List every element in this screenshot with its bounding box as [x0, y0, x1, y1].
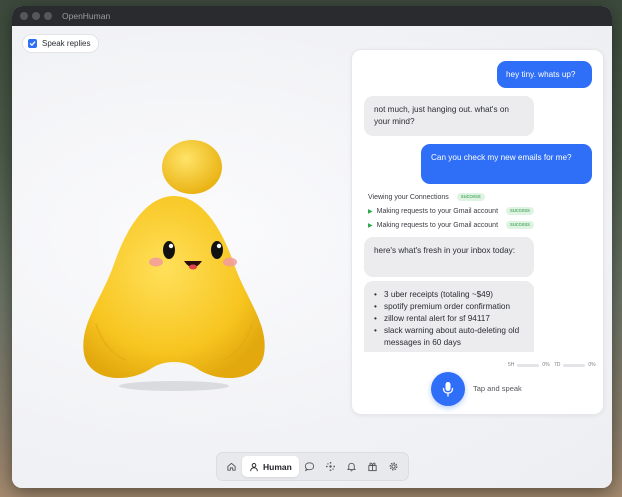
checkmark-icon: [29, 41, 36, 47]
nav-chat[interactable]: [300, 456, 320, 477]
nav-skills[interactable]: [321, 456, 341, 477]
tool-call-row[interactable]: ▶ Making requests to your Gmail account …: [368, 221, 534, 229]
tool-call-row: Viewing your Connections success: [368, 193, 485, 201]
assistant-message: 3 uber receipts (totaling ~$49) spotify …: [364, 281, 534, 352]
gift-icon: [368, 462, 378, 472]
tap-and-speak-label: Tap and speak: [473, 384, 522, 393]
microphone-icon: [442, 382, 454, 397]
user-message: hey tiny. whats up?: [497, 61, 592, 88]
home-icon: [226, 462, 236, 471]
minimize-window-button[interactable]: [32, 12, 40, 20]
mascot-avatar: [83, 140, 265, 391]
assistant-message: here's what's fresh in your inbox today:: [364, 237, 534, 277]
chat-panel: hey tiny. whats up? not much, just hangi…: [351, 49, 604, 415]
speak-replies-label: Speak replies: [42, 39, 91, 48]
chat-bubble-icon: [305, 462, 315, 472]
nav-settings[interactable]: [384, 456, 404, 477]
user-message: Can you check my new emails for me?: [421, 144, 592, 184]
tool-call-row[interactable]: ▶ Making requests to your Gmail account …: [368, 207, 534, 215]
app-window: OpenHuman Speak replies hey tiny. whats …: [12, 6, 612, 488]
bell-icon: [347, 462, 357, 472]
assistant-message: not much, just hanging out. what's on yo…: [364, 96, 534, 136]
close-window-button[interactable]: [20, 12, 28, 20]
tool-call-label: Viewing your Connections: [368, 193, 449, 201]
microphone-button[interactable]: [431, 372, 465, 406]
zoom-window-button[interactable]: [44, 12, 52, 20]
nav-notifications[interactable]: [342, 456, 362, 477]
expand-arrow-icon[interactable]: ▶: [368, 208, 373, 215]
message-list[interactable]: hey tiny. whats up? not much, just hangi…: [352, 50, 603, 352]
status-badge: success: [456, 193, 485, 201]
status-badge: success: [506, 221, 534, 229]
stat-label: 7D: [554, 362, 561, 368]
stat-value: 0%: [542, 362, 550, 368]
gear-icon: [390, 462, 398, 471]
title-bar: OpenHuman: [12, 6, 612, 26]
expand-arrow-icon[interactable]: ▶: [368, 222, 373, 229]
stat-value: 0%: [588, 362, 596, 368]
main-area: Speak replies hey tiny. whats up? not mu…: [12, 26, 612, 488]
usage-bar: [563, 363, 586, 367]
speak-replies-toggle[interactable]: Speak replies: [22, 34, 100, 53]
nav-active-label: Human: [263, 461, 292, 472]
nav-rewards[interactable]: [363, 456, 383, 477]
stat-label: 5H: [508, 362, 515, 368]
window-title: OpenHuman: [62, 11, 111, 21]
nav-human[interactable]: Human: [242, 456, 299, 477]
sparkle-icon: [326, 462, 336, 471]
speak-replies-checkbox[interactable]: [28, 39, 37, 48]
list-item: slack warning about auto-deleting old me…: [374, 325, 524, 349]
usage-stat-7d: 7D 0%: [554, 362, 596, 368]
usage-bar: [517, 363, 540, 367]
nav-home[interactable]: [221, 456, 241, 477]
person-icon: [250, 462, 258, 471]
list-item: 3 uber receipts (totaling ~$49): [374, 289, 524, 301]
list-item: zillow rental alert for sf 94117: [374, 313, 524, 325]
status-badge: success: [506, 207, 534, 215]
list-item: spotify premium order confirmation: [374, 301, 524, 313]
tool-call-label: Making requests to your Gmail account: [376, 221, 499, 229]
usage-stat-5h: 5H 0%: [508, 362, 550, 368]
tool-call-label: Making requests to your Gmail account: [376, 207, 499, 215]
email-summary-list: 3 uber receipts (totaling ~$49) spotify …: [374, 289, 524, 349]
bottom-nav: Human: [216, 452, 409, 481]
